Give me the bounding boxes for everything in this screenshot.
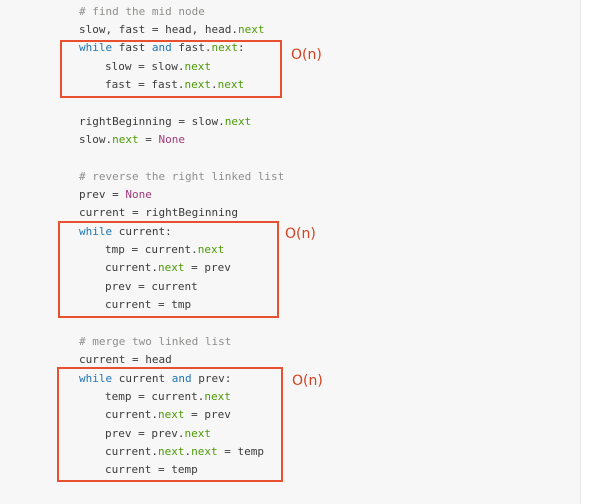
code-line: prev = None [79,188,152,202]
attribute-token: next [237,23,265,36]
highlight-box-loop-2 [58,221,279,318]
code-token: slow. [79,133,113,146]
code-line: slow, fast = head, head.next [79,23,264,37]
highlight-box-loop-3 [57,367,283,482]
complexity-label: O(n) [285,226,316,242]
code-line: rightBeginning = slow.next [79,115,251,129]
code-line: slow.next = None [79,133,185,147]
code-line-comment: # find the mid node [79,5,205,19]
code-line-comment: # reverse the right linked list [79,170,284,184]
comment-token: # find the mid node [79,5,205,18]
code-line-comment: # merge two linked list [79,335,231,349]
code-token: = [138,133,159,146]
highlight-box-loop-1 [60,40,282,98]
code-line: current = head [79,353,172,367]
code-token: slow, fast = head, head. [79,23,238,36]
attribute-token: next [224,115,252,128]
code-token: current = rightBeginning [79,206,238,219]
code-token: current = head [79,353,172,366]
vertical-scrollbar[interactable] [580,0,596,504]
attribute-token: next [112,133,139,146]
constant-token: None [158,133,186,146]
comment-token: # merge two linked list [79,335,232,348]
constant-token: None [125,188,152,201]
comment-token: # reverse the right linked list [79,170,285,183]
complexity-label: O(n) [292,373,323,389]
code-line: current = rightBeginning [79,206,238,220]
code-token: rightBeginning = slow. [79,115,225,128]
complexity-label: O(n) [291,47,322,63]
code-token: prev = [79,188,126,201]
